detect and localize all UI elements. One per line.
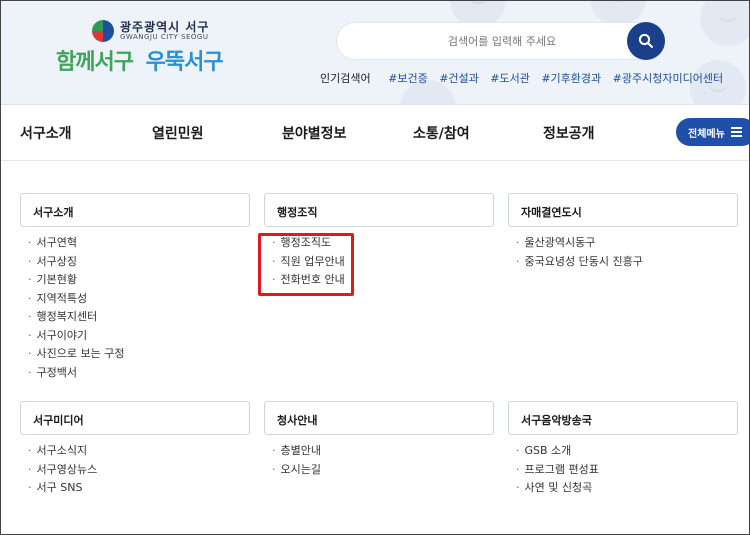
list-item[interactable]: 사연 및 신청곡	[516, 479, 738, 498]
section-media: 서구미디어 서구소식지 서구영상뉴스 서구 SNS	[20, 401, 250, 498]
list-item[interactable]: 서구이야기	[28, 327, 250, 346]
nav-item-disclosure[interactable]: 정보공개	[543, 123, 595, 143]
city-name-en[interactable]: GWANGJU CITY SEOGU	[120, 33, 208, 41]
nav-item-intro[interactable]: 서구소개	[20, 123, 72, 143]
section-intro: 서구소개 서구연혁 서구상징 기본현황 지역적특성 행정복지센터 서구이야기 사…	[20, 193, 250, 382]
nav-item-participation[interactable]: 소통/참여	[413, 123, 470, 143]
section-title[interactable]: 청사안내	[264, 401, 494, 435]
section-title[interactable]: 행정조직	[264, 193, 494, 227]
hamburger-icon	[730, 125, 742, 139]
list-item[interactable]: 서구연혁	[28, 234, 250, 253]
popular-tag[interactable]: #보건증	[388, 72, 428, 85]
highlight-box	[258, 233, 354, 296]
section-title[interactable]: 서구미디어	[20, 401, 250, 435]
list-item[interactable]: 사진으로 보는 구정	[28, 345, 250, 364]
section-list: 울산광역시동구 중국요녕성 단동시 진흥구	[508, 234, 738, 271]
list-item[interactable]: 중국요녕성 단동시 진흥구	[516, 253, 738, 272]
section-list: GSB 소개 프로그램 편성표 사연 및 신청곡	[508, 442, 738, 498]
nav-item-info[interactable]: 분야별정보	[282, 123, 346, 143]
popular-tag[interactable]: #광주시청자미디어센터	[613, 72, 723, 85]
list-item[interactable]: GSB 소개	[516, 442, 738, 461]
all-menu-label: 전체메뉴	[688, 128, 725, 140]
city-emblem-icon[interactable]	[92, 20, 114, 42]
search-input[interactable]	[337, 23, 637, 59]
slogan-part2: 우뚝서구	[145, 50, 224, 75]
list-item[interactable]: 지역적특성	[28, 290, 250, 309]
list-item[interactable]: 기본현황	[28, 271, 250, 290]
popular-title: 인기검색어	[320, 72, 371, 85]
list-item[interactable]: 층별안내	[272, 442, 494, 461]
search-box	[336, 22, 664, 60]
section-title[interactable]: 서구음악방송국	[508, 401, 738, 435]
section-sister-cities: 자매결연도시 울산광역시동구 중국요녕성 단동시 진흥구	[508, 193, 738, 271]
popular-tag[interactable]: #건설과	[439, 72, 479, 85]
nav-item-civil[interactable]: 열린민원	[152, 123, 204, 143]
popular-keywords: 인기검색어 #보건증 #건설과 #도서관 #기후환경과 #광주시청자미디어센터	[320, 70, 731, 86]
list-item[interactable]: 행정복지센터	[28, 308, 250, 327]
search-button[interactable]	[627, 22, 665, 60]
slogan-part1: 함께서구	[56, 50, 134, 75]
section-music-broadcast: 서구음악방송국 GSB 소개 프로그램 편성표 사연 및 신청곡	[508, 401, 738, 498]
list-item[interactable]: 프로그램 편성표	[516, 461, 738, 480]
popular-tag[interactable]: #도서관	[490, 72, 530, 85]
section-list: 서구연혁 서구상징 기본현황 지역적특성 행정복지센터 서구이야기 사진으로 보…	[20, 234, 250, 382]
section-list: 서구소식지 서구영상뉴스 서구 SNS	[20, 442, 250, 498]
section-building-guide: 청사안내 층별안내 오시는길	[264, 401, 494, 479]
section-title[interactable]: 자매결연도시	[508, 193, 738, 227]
list-item[interactable]: 울산광역시동구	[516, 234, 738, 253]
list-item[interactable]: 오시는길	[272, 461, 494, 480]
section-list: 층별안내 오시는길	[264, 442, 494, 479]
all-menu-button[interactable]: 전체메뉴	[676, 118, 750, 146]
popular-tag[interactable]: #기후환경과	[541, 72, 601, 85]
list-item[interactable]: 서구 SNS	[28, 479, 250, 498]
slogan-logo[interactable]: 함께서구 우뚝서구	[56, 44, 224, 76]
list-item[interactable]: 서구소식지	[28, 442, 250, 461]
decorative-character	[700, 0, 750, 46]
main-nav: 서구소개 열린민원 분야별정보 소통/참여 정보공개	[0, 105, 750, 161]
section-title[interactable]: 서구소개	[20, 193, 250, 227]
list-item[interactable]: 서구영상뉴스	[28, 461, 250, 480]
search-icon	[638, 33, 653, 48]
list-item[interactable]: 구정백서	[28, 364, 250, 383]
list-item[interactable]: 서구상징	[28, 253, 250, 272]
